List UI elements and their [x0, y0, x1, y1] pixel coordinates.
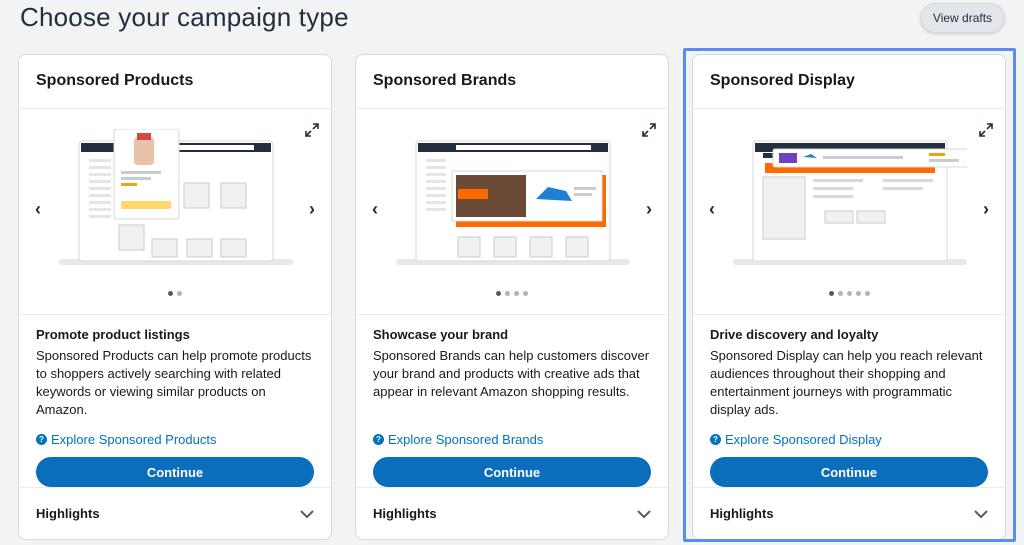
card-description: Sponsored Brands can help customers disc… [373, 348, 650, 399]
explore-link-label: Explore Sponsored Products [51, 432, 217, 447]
continue-button[interactable]: Continue [373, 457, 651, 487]
chevron-down-icon [637, 509, 651, 518]
brand-preview-illustration [396, 140, 630, 265]
explore-link-label: Explore Sponsored Display [725, 432, 882, 447]
highlights-label: Highlights [710, 506, 774, 521]
help-circle-icon: ? [373, 434, 384, 445]
carousel-dot[interactable] [855, 291, 861, 296]
card-description: Sponsored Products can help promote prod… [36, 348, 312, 417]
view-drafts-button[interactable]: View drafts [920, 3, 1005, 33]
chevron-left-icon[interactable]: ‹ [366, 197, 384, 221]
carousel-dot[interactable] [864, 291, 870, 296]
carousel: ‹ › [693, 109, 1005, 315]
carousel-dots[interactable] [356, 291, 668, 296]
carousel-dot[interactable] [505, 291, 510, 296]
card-title: Sponsored Products [19, 55, 331, 109]
help-circle-icon: ? [36, 434, 47, 445]
carousel-dot[interactable] [168, 291, 173, 296]
explore-sponsored-products-link[interactable]: ? Explore Sponsored Products [36, 432, 314, 447]
carousel: ‹ › [356, 109, 668, 315]
explore-link-label: Explore Sponsored Brands [388, 432, 544, 447]
card-subtitle: Drive discovery and loyalty [710, 327, 879, 342]
campaign-card-sponsored-brands[interactable]: Sponsored Brands ‹ › Showcase your brand… [355, 54, 669, 540]
card-title: Sponsored Brands [356, 55, 668, 109]
explore-sponsored-brands-link[interactable]: ? Explore Sponsored Brands [373, 432, 651, 447]
carousel-dots[interactable] [693, 291, 1005, 296]
display-preview-illustration [733, 140, 967, 265]
carousel-dot[interactable] [828, 291, 834, 296]
chevron-left-icon[interactable]: ‹ [703, 197, 721, 221]
carousel-dot[interactable] [177, 291, 182, 296]
chevron-left-icon[interactable]: ‹ [29, 197, 47, 221]
carousel: ‹ › [19, 109, 331, 315]
carousel-dot[interactable] [496, 291, 501, 296]
chevron-right-icon[interactable]: › [303, 197, 321, 221]
expand-icon[interactable] [642, 123, 656, 137]
carousel-dot[interactable] [523, 291, 528, 296]
product-preview-illustration [59, 129, 293, 265]
expand-icon[interactable] [305, 123, 319, 137]
help-circle-icon: ? [710, 434, 721, 445]
explore-sponsored-display-link[interactable]: ? Explore Sponsored Display [710, 432, 988, 447]
continue-button[interactable]: Continue [36, 457, 314, 487]
highlights-accordion[interactable]: Highlights [356, 487, 668, 539]
carousel-dots[interactable] [19, 291, 331, 296]
page-title: Choose your campaign type [20, 2, 349, 32]
campaign-card-sponsored-display[interactable]: Sponsored Display ‹ › Drive discovery an… [692, 54, 1006, 540]
card-subtitle: Showcase your brand [373, 327, 509, 342]
highlights-label: Highlights [36, 506, 100, 521]
chevron-down-icon [300, 509, 314, 518]
highlights-accordion[interactable]: Highlights [19, 487, 331, 539]
card-description: Sponsored Display can help you reach rel… [710, 348, 983, 417]
chevron-down-icon [974, 509, 988, 518]
continue-button[interactable]: Continue [710, 457, 988, 487]
card-subtitle: Promote product listings [36, 327, 190, 342]
carousel-dot[interactable] [837, 291, 843, 296]
highlights-label: Highlights [373, 506, 437, 521]
carousel-dot[interactable] [514, 291, 519, 296]
expand-icon[interactable] [979, 123, 993, 137]
card-title: Sponsored Display [693, 55, 1005, 109]
highlights-accordion[interactable]: Highlights [693, 487, 1005, 539]
carousel-dot[interactable] [846, 291, 852, 296]
campaign-card-sponsored-products[interactable]: Sponsored Products ‹ › Promote product l [18, 54, 332, 540]
chevron-right-icon[interactable]: › [977, 197, 995, 221]
chevron-right-icon[interactable]: › [640, 197, 658, 221]
